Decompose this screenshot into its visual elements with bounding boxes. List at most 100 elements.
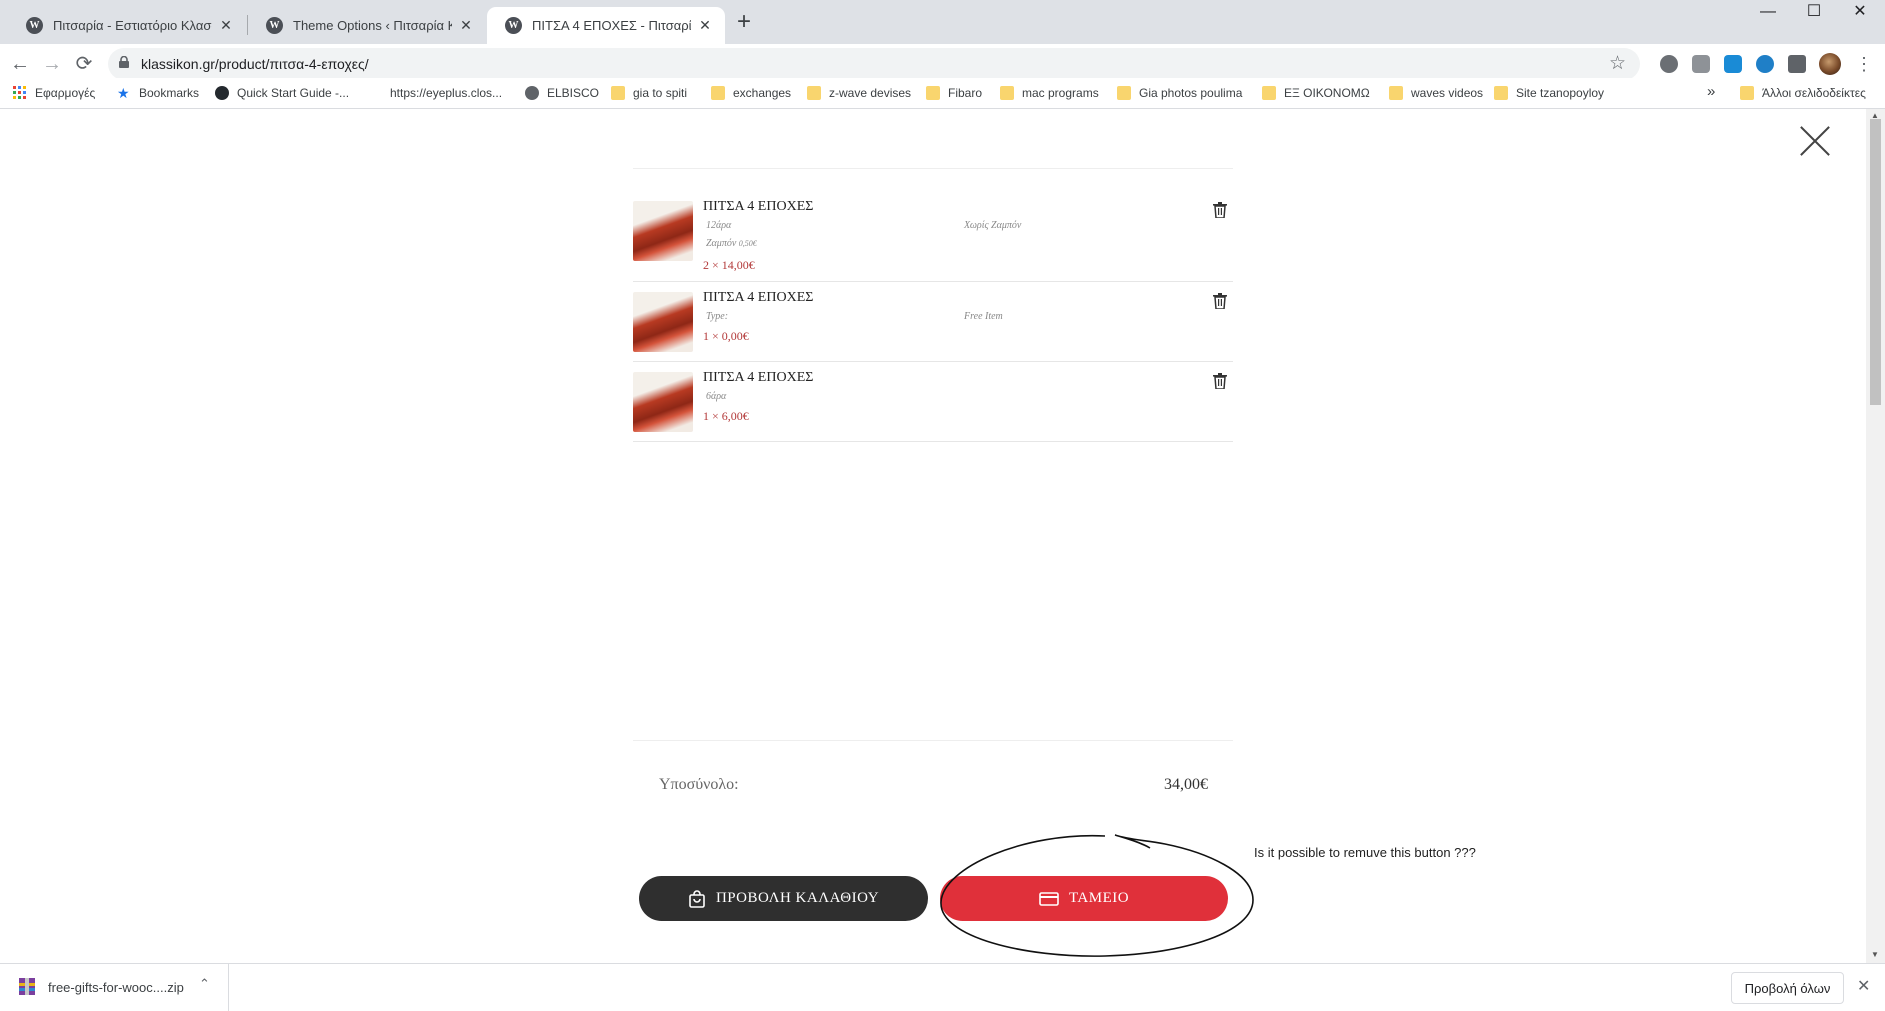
cart-item: ΠΙΤΣΑ 4 ΕΠΟΧΕΣ Type: Free Item 1 × 0,00€ [633,282,1233,362]
cart-item: ΠΙΤΣΑ 4 ΕΠΟΧΕΣ 12άρα Ζαμπόν 0,50€ Χωρίς … [633,169,1233,282]
bookmark-eyeplus[interactable]: https://eyeplus.clos... [372,86,502,100]
avatar[interactable] [1819,53,1841,75]
tab-product-page[interactable]: W ΠΙΤΣΑ 4 ΕΠΟΧΕΣ - Πιτσαρία Κλα ✕ [487,7,725,44]
close-downloads-icon[interactable]: ✕ [1857,976,1870,996]
option-price: 0,50€ [738,239,757,248]
close-cart-panel-icon[interactable] [1798,124,1832,158]
extension-icon[interactable] [1692,55,1710,73]
bookmark-label: Site tzanopoyloy [1516,86,1605,100]
subtotal-value: 34,00€ [1164,776,1208,793]
bookmark-label: z-wave devises [829,86,912,100]
github-icon [215,86,229,100]
minimize-button[interactable]: — [1745,0,1791,24]
show-all-downloads-button[interactable]: Προβολή όλων [1731,972,1844,1004]
folder-icon [1494,86,1508,100]
bookmark-label: ΕΞ ΟΙΚΟΝΟΜΩ [1284,86,1370,100]
bookmark-folder[interactable]: Gia photos poulima [1117,86,1242,100]
close-icon[interactable]: ✕ [697,17,713,34]
bookmark-folder[interactable]: z-wave devises [807,86,911,100]
url-text: klassikon.gr/product/πιτσα-4-εποχες/ [141,56,369,72]
downloads-bar: free-gifts-for-wooc....zip ⌃ Προβολή όλω… [0,963,1885,1011]
bookmark-elbisco[interactable]: ELBISCO [525,86,599,100]
wordpress-icon: W [26,17,43,34]
tab-pizzeria-home[interactable]: W Πιτσαρία - Εστιατόριο Κλασσικό ✕ [8,7,246,44]
new-tab-button[interactable]: + [737,10,751,34]
tab-title: ΠΙΤΣΑ 4 ΕΠΟΧΕΣ - Πιτσαρία Κλα [532,18,691,33]
divider [633,740,1233,741]
bookmark-bookmarks[interactable]: ★ Bookmarks [117,86,199,100]
extension-icon[interactable] [1724,55,1742,73]
wordpress-icon: W [505,17,522,34]
apps-grid-icon [13,86,26,99]
bookmark-label: gia to spiti [633,86,688,100]
scroll-down-arrow[interactable]: ▼ [1871,950,1879,959]
bookmark-quick-start[interactable]: Quick Start Guide -... [215,86,349,100]
bookmark-label: exchanges [733,86,792,100]
folder-icon [807,86,821,100]
product-name[interactable]: ΠΙΤΣΑ 4 ΕΠΟΧΕΣ [703,370,813,386]
product-option: Ζαμπόν 0,50€ [706,238,757,249]
annotation-ellipse [940,834,1254,957]
lock-icon [119,56,129,68]
trash-icon[interactable] [1213,373,1227,389]
star-icon: ★ [117,85,130,101]
tab-title: Πιτσαρία - Εστιατόριο Κλασσικό [53,18,212,33]
bookmark-folder[interactable]: Fibaro [926,86,982,100]
puzzle-icon[interactable] [1788,55,1806,73]
close-icon[interactable]: ✕ [458,17,474,34]
reload-button[interactable]: ⟳ [72,52,96,76]
forward-button[interactable]: → [40,52,64,76]
bookmark-label: Quick Start Guide -... [237,86,350,100]
option-label: Ζαμπόν [706,238,737,249]
tab-title: Theme Options ‹ Πιτσαρία Κλασσ [293,18,452,33]
product-image[interactable] [633,372,693,432]
bookmark-label: Άλλοι σελιδοδείκτες [1762,86,1866,100]
scrollbar-thumb[interactable] [1870,119,1881,405]
trash-icon[interactable] [1213,293,1227,309]
bookmark-folder[interactable]: mac programs [1000,86,1099,100]
bookmark-label: Εφαρμογές [35,86,96,100]
close-icon[interactable]: ✕ [218,17,234,34]
back-button[interactable]: ← [8,52,32,76]
subtotal-label: Υποσύνολο: [659,776,739,793]
scrollbar[interactable]: ▲ ▼ [1866,109,1885,963]
window-close-button[interactable]: ✕ [1837,0,1883,24]
browser-menu-button[interactable]: ⋮ [1852,52,1876,76]
folder-icon [1740,86,1754,100]
folder-icon [1117,86,1131,100]
wordpress-icon: W [266,17,283,34]
bookmark-apps[interactable]: Εφαρμογές [13,86,95,100]
product-name[interactable]: ΠΙΤΣΑ 4 ΕΠΟΧΕΣ [703,199,813,215]
product-name[interactable]: ΠΙΤΣΑ 4 ΕΠΟΧΕΣ [703,290,813,306]
bookmark-folder[interactable]: gia to spiti [611,86,687,100]
maximize-button[interactable]: ☐ [1791,0,1837,24]
extension-icon[interactable] [1660,55,1678,73]
bookmark-label: https://eyeplus.clos... [390,86,503,100]
download-item[interactable]: free-gifts-for-wooc....zip ⌃ [0,964,229,1011]
product-image[interactable] [633,201,693,261]
bookmark-folder[interactable]: ΕΞ ΟΙΚΟΝΟΜΩ [1262,86,1370,100]
bookmark-folder[interactable]: exchanges [711,86,791,100]
annotation-text: Is it possible to remuve this button ??? [1254,845,1476,860]
folder-icon [1262,86,1276,100]
address-bar[interactable]: klassikon.gr/product/πιτσα-4-εποχες/ ☆ [108,48,1640,80]
extension-icon[interactable] [1756,55,1774,73]
tab-strip: W Πιτσαρία - Εστιατόριο Κλασσικό ✕ W The… [0,0,1885,44]
view-cart-button[interactable]: ΠΡΟΒΟΛΗ ΚΑΛΑΘΙΟΥ [639,876,928,921]
bookmarks-overflow-button[interactable]: » [1707,83,1715,100]
bookmark-folder[interactable]: waves videos [1389,86,1483,100]
bookmark-label: ELBISCO [547,86,600,100]
product-note: Free Item [964,311,1003,322]
product-price: 1 × 0,00€ [703,329,749,343]
product-image[interactable] [633,292,693,352]
tab-theme-options[interactable]: W Theme Options ‹ Πιτσαρία Κλασσ ✕ [248,7,486,44]
chevron-up-icon[interactable]: ⌃ [199,976,210,992]
product-size: 6άρα [706,391,727,402]
bookmark-label: waves videos [1411,86,1484,100]
trash-icon[interactable] [1213,202,1227,218]
other-bookmarks[interactable]: Άλλοι σελιδοδείκτες [1740,86,1866,100]
bookmark-label: Fibaro [948,86,983,100]
bookmark-label: Gia photos poulima [1139,86,1243,100]
bookmark-star-icon[interactable]: ☆ [1609,52,1626,75]
bookmark-folder[interactable]: Site tzanopoyloy [1494,86,1604,100]
